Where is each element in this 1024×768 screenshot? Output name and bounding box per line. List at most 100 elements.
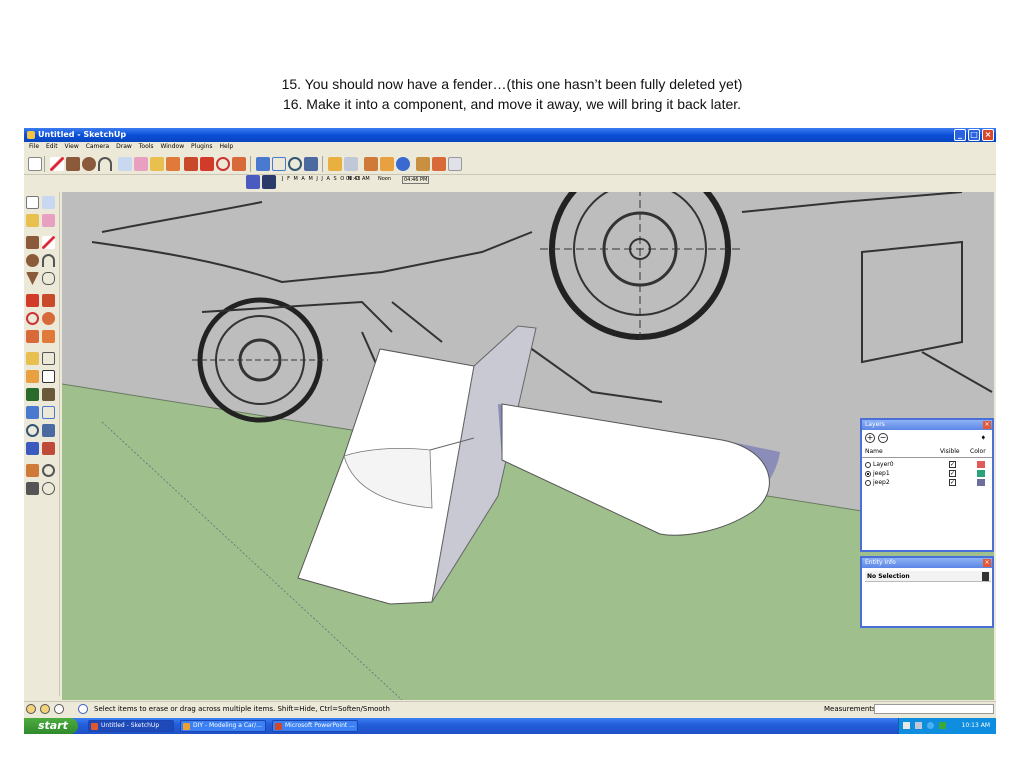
menu-file[interactable]: File (29, 142, 39, 152)
walk-icon[interactable] (364, 157, 378, 171)
menu-help[interactable]: Help (219, 142, 233, 152)
paint-bucket-icon[interactable] (166, 157, 180, 171)
zoom-extents-icon[interactable] (26, 442, 39, 455)
freehand-icon[interactable] (42, 272, 55, 285)
layer-color-swatch[interactable] (977, 479, 985, 486)
minimize-button[interactable]: _ (954, 129, 966, 141)
measurements-input[interactable] (874, 704, 994, 714)
plugin-c-icon[interactable] (448, 157, 462, 171)
scale-icon[interactable] (26, 330, 39, 343)
menu-plugins[interactable]: Plugins (191, 142, 213, 152)
zoom-icon[interactable] (288, 157, 302, 171)
previous-view-icon[interactable] (42, 442, 55, 455)
component-icon[interactable] (42, 196, 55, 209)
menu-view[interactable]: View (65, 142, 79, 152)
get-models-icon[interactable] (328, 157, 342, 171)
circle-icon[interactable] (26, 254, 39, 267)
select-tool-icon[interactable] (28, 157, 42, 171)
axes-icon[interactable] (26, 388, 39, 401)
plugin-b-icon[interactable] (432, 157, 446, 171)
position-camera-icon[interactable] (26, 464, 39, 477)
delete-layer-icon[interactable]: − (878, 433, 888, 443)
eraser-icon[interactable] (42, 214, 55, 227)
layers-title-bar[interactable]: Layers × (862, 420, 992, 430)
layer-row-jeep1[interactable]: jeep1 ✓ (865, 469, 991, 478)
protractor-icon[interactable] (26, 370, 39, 383)
eraser-icon[interactable] (134, 157, 148, 171)
task-powerpoint[interactable]: Microsoft PowerPoint ... (272, 720, 358, 732)
zoom-window-icon[interactable] (42, 424, 55, 437)
visible-checkbox[interactable]: ✓ (949, 479, 956, 486)
menu-edit[interactable]: Edit (46, 142, 58, 152)
add-layer-icon[interactable]: + (865, 433, 875, 443)
arc-icon[interactable] (42, 254, 55, 267)
section-plane-icon[interactable] (42, 482, 55, 495)
line-icon[interactable] (42, 236, 55, 249)
polygon-icon[interactable] (26, 272, 39, 285)
layer-row-layer0[interactable]: Layer0 ✓ (865, 460, 991, 469)
orbit-icon[interactable] (26, 406, 39, 419)
drawing-viewport[interactable] (62, 192, 994, 700)
close-button[interactable]: × (982, 129, 994, 141)
tray-sync-icon[interactable] (927, 722, 934, 729)
tray-help-icon[interactable] (903, 722, 910, 729)
layer-color-swatch[interactable] (977, 461, 985, 468)
title-bar[interactable]: Untitled - SketchUp _ □ × (24, 128, 996, 142)
close-icon[interactable]: × (983, 559, 991, 567)
move-tool-icon[interactable] (200, 157, 214, 171)
visible-checkbox[interactable]: ✓ (949, 461, 956, 468)
follow-me-icon[interactable] (42, 312, 55, 325)
walk-icon[interactable] (26, 482, 39, 495)
visible-checkbox[interactable]: ✓ (949, 470, 956, 477)
geo-location-icon[interactable] (26, 704, 36, 714)
circle-tool-icon[interactable] (82, 157, 96, 171)
layer-row-jeep2[interactable]: jeep2 ✓ (865, 478, 991, 487)
shadow-settings-icon[interactable] (246, 175, 260, 189)
line-tool-icon[interactable] (50, 157, 64, 171)
menu-camera[interactable]: Camera (86, 142, 110, 152)
arc-tool-icon[interactable] (98, 157, 112, 171)
start-button[interactable]: start (24, 718, 78, 734)
3d-text-icon[interactable] (42, 388, 55, 401)
offset-tool-icon[interactable] (232, 157, 246, 171)
rectangle-tool-icon[interactable] (66, 157, 80, 171)
display-shadows-icon[interactable] (262, 175, 276, 189)
tape-icon[interactable] (26, 352, 39, 365)
menu-draw[interactable]: Draw (116, 142, 132, 152)
rectangle-icon[interactable] (26, 236, 39, 249)
credits-icon[interactable] (40, 704, 50, 714)
pan-icon[interactable] (272, 157, 286, 171)
text-icon[interactable] (42, 370, 55, 383)
layer-color-swatch[interactable] (977, 470, 985, 477)
active-layer-radio[interactable] (865, 461, 871, 468)
tape-measure-icon[interactable] (150, 157, 164, 171)
rotate-tool-icon[interactable] (216, 157, 230, 171)
push-pull-icon[interactable] (184, 157, 198, 171)
push-pull-icon[interactable] (42, 294, 55, 307)
help-icon[interactable] (78, 704, 88, 714)
zoom-extents-icon[interactable] (304, 157, 318, 171)
menu-tools[interactable]: Tools (139, 142, 154, 152)
dimension-icon[interactable] (42, 352, 55, 365)
time-end-field[interactable]: 04:46 PM (402, 176, 430, 184)
zoom-icon[interactable] (26, 424, 39, 437)
details-arrow-icon[interactable]: ➧ (980, 433, 990, 443)
task-browser[interactable]: DIY - Modeling a Car/... (180, 720, 266, 732)
column-color-header[interactable]: Color (970, 448, 986, 456)
look-around-icon[interactable] (42, 464, 55, 477)
active-layer-radio[interactable] (865, 479, 871, 486)
tray-security-icon[interactable] (939, 722, 946, 729)
menu-window[interactable]: Window (160, 142, 184, 152)
close-icon[interactable]: × (983, 421, 991, 429)
move-icon[interactable] (26, 294, 39, 307)
entity-title-bar[interactable]: Entity Info × (862, 558, 992, 568)
make-component-icon[interactable] (118, 157, 132, 171)
share-model-icon[interactable] (344, 157, 358, 171)
task-sketchup[interactable]: Untitled - SketchUp (88, 720, 174, 732)
pan-icon[interactable] (42, 406, 55, 419)
paint-icon[interactable] (26, 214, 39, 227)
position-camera-icon[interactable] (380, 157, 394, 171)
plugin-a-icon[interactable] (416, 157, 430, 171)
orbit-icon[interactable] (256, 157, 270, 171)
column-name-header[interactable]: Name (865, 448, 883, 456)
